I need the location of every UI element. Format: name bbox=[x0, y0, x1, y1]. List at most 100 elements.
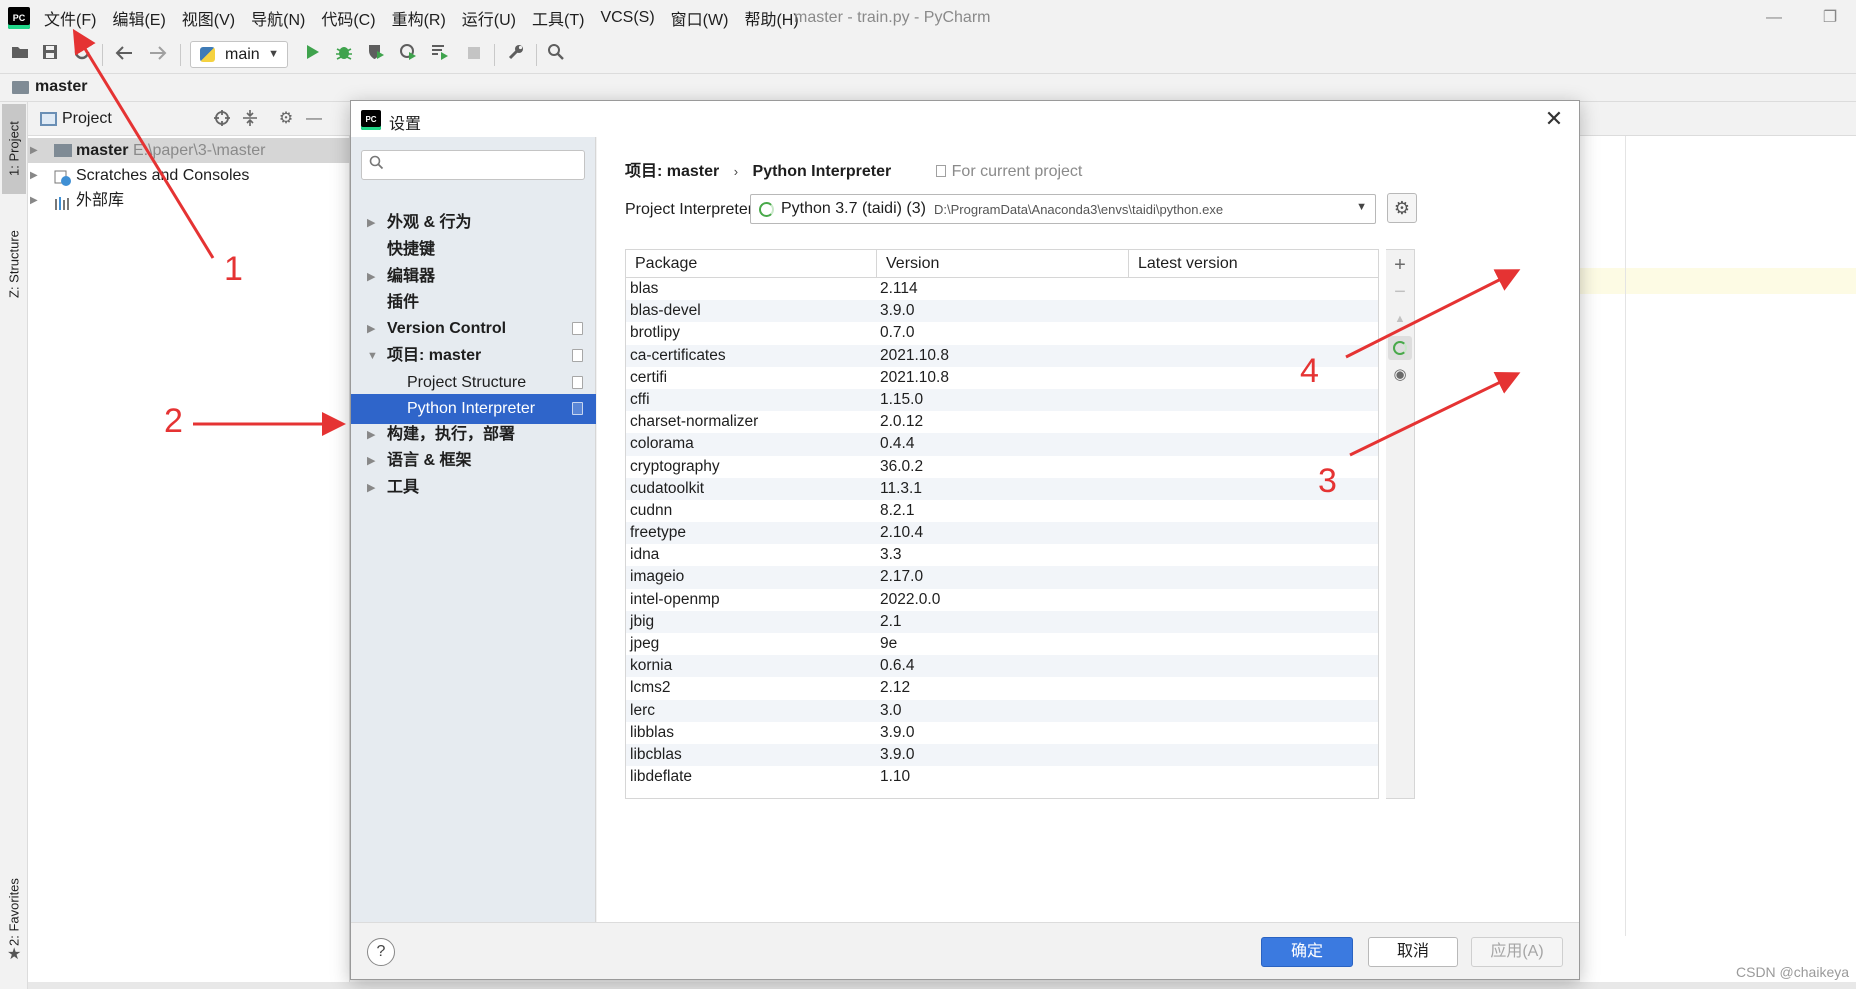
star-icon: ★ bbox=[7, 946, 22, 963]
tool-tab-structure[interactable]: Z: Structure bbox=[2, 214, 26, 314]
settings-nav: ▶ 外观 & 行为 快捷键 ▶ 编辑器 插件 ▶ Version Control… bbox=[351, 137, 596, 922]
hide-icon[interactable]: — bbox=[304, 109, 324, 129]
minimize-button[interactable]: — bbox=[1754, 0, 1794, 36]
sync-icon[interactable] bbox=[70, 43, 94, 67]
table-row[interactable]: blas-devel 3.9.0 bbox=[626, 300, 1378, 323]
menu-edit[interactable]: 编辑(E) bbox=[112, 6, 165, 30]
table-row[interactable]: jbig 2.1 bbox=[626, 610, 1378, 633]
nav-appearance[interactable]: ▶ 外观 & 行为 bbox=[351, 208, 596, 238]
tree-item-scratches[interactable]: ▶ Scratches and Consoles bbox=[28, 163, 350, 188]
install-package-button[interactable]: + bbox=[1388, 253, 1412, 277]
table-row[interactable]: certifi 2021.10.8 bbox=[626, 367, 1378, 389]
package-name-cell: certifi bbox=[630, 368, 668, 386]
profile-icon[interactable] bbox=[396, 43, 420, 67]
breadcrumb-project[interactable]: 项目: master bbox=[625, 163, 719, 180]
table-row[interactable]: charset-normalizer 2.0.12 bbox=[626, 411, 1378, 433]
table-row[interactable]: blas 2.114 bbox=[626, 278, 1378, 300]
column-header-version[interactable]: Version bbox=[877, 250, 1129, 278]
table-row[interactable]: freetype 2.10.4 bbox=[626, 522, 1378, 545]
coverage-icon[interactable] bbox=[364, 43, 388, 67]
show-early-releases-eye-icon[interactable]: ◉ bbox=[1388, 363, 1412, 387]
column-header-latest-version[interactable]: Latest version bbox=[1129, 250, 1378, 278]
table-row[interactable]: colorama 0.4.4 bbox=[626, 433, 1378, 456]
menu-code[interactable]: 代码(C) bbox=[321, 6, 375, 30]
package-name-cell: brotlipy bbox=[630, 324, 680, 342]
table-row[interactable]: cudnn 8.2.1 bbox=[626, 500, 1378, 522]
upgrade-package-button[interactable] bbox=[1388, 336, 1412, 360]
nav-project-master[interactable]: ▼ 项目: master bbox=[351, 341, 596, 371]
package-name-cell: idna bbox=[630, 546, 660, 564]
package-version-cell: 3.9.0 bbox=[880, 723, 915, 741]
uninstall-package-button[interactable]: − bbox=[1388, 280, 1412, 304]
table-row[interactable]: ca-certificates 2021.10.8 bbox=[626, 344, 1378, 367]
project-scope-icon bbox=[572, 349, 583, 362]
upgrade-arrow-button[interactable]: ▲ bbox=[1388, 307, 1412, 331]
back-icon[interactable] bbox=[112, 43, 136, 67]
column-header-package[interactable]: Package bbox=[626, 250, 877, 278]
settings-search-input[interactable] bbox=[361, 150, 585, 180]
nav-keymap[interactable]: 快捷键 bbox=[351, 235, 596, 265]
table-row[interactable]: intel-openmp 2022.0.0 bbox=[626, 589, 1378, 611]
pycharm-logo-icon: PC bbox=[8, 7, 30, 29]
table-row[interactable]: libblas 3.9.0 bbox=[626, 722, 1378, 744]
settings-wrench-icon[interactable] bbox=[504, 43, 528, 67]
tree-item-external-libraries[interactable]: ▶ 外部库 bbox=[28, 188, 350, 213]
table-row[interactable]: libcblas 3.9.0 bbox=[626, 743, 1378, 767]
menu-view[interactable]: 视图(V) bbox=[182, 6, 235, 30]
ok-button[interactable]: 确定 bbox=[1261, 937, 1353, 967]
tool-tab-project[interactable]: 1: Project bbox=[2, 104, 26, 194]
project-panel: Project ⚙ — ▶ master E:\paper\3-\master … bbox=[28, 102, 350, 989]
dialog-title-bar: PC 设置 ✕ bbox=[351, 101, 1579, 137]
menu-run[interactable]: 运行(U) bbox=[462, 6, 516, 30]
menu-window[interactable]: 窗口(W) bbox=[671, 6, 729, 30]
concurrency-icon[interactable] bbox=[428, 43, 452, 67]
table-row[interactable]: cffi 1.15.0 bbox=[626, 388, 1378, 412]
caret-right-icon: ▶ bbox=[30, 195, 38, 206]
menu-help[interactable]: 帮助(H) bbox=[744, 6, 798, 30]
interpreter-gear-button[interactable]: ⚙ bbox=[1387, 193, 1417, 223]
restore-button[interactable]: ❐ bbox=[1810, 0, 1850, 36]
project-window-icon bbox=[40, 112, 57, 126]
table-row[interactable]: lcms2 2.12 bbox=[626, 677, 1378, 699]
nav-languages-frameworks[interactable]: ▶ 语言 & 框架 bbox=[351, 446, 596, 476]
locate-icon[interactable] bbox=[212, 109, 232, 129]
tree-item-master[interactable]: ▶ master E:\paper\3-\master bbox=[28, 138, 350, 163]
nav-tools[interactable]: ▶ 工具 bbox=[351, 473, 596, 503]
menu-vcs[interactable]: VCS(S) bbox=[600, 9, 654, 27]
table-row[interactable]: imageio 2.17.0 bbox=[626, 566, 1378, 589]
menu-tools[interactable]: 工具(T) bbox=[532, 6, 584, 30]
search-icon[interactable] bbox=[544, 43, 568, 67]
run-configuration-select[interactable]: main ▼ bbox=[190, 41, 288, 68]
debug-icon[interactable] bbox=[332, 43, 356, 67]
breadcrumb-root[interactable]: master bbox=[35, 78, 87, 96]
apply-button[interactable]: 应用(A) bbox=[1471, 937, 1563, 967]
cancel-button[interactable]: 取消 bbox=[1368, 937, 1458, 967]
package-name-cell: blas-devel bbox=[630, 302, 701, 320]
run-icon[interactable] bbox=[300, 43, 324, 67]
nav-version-control[interactable]: ▶ Version Control bbox=[351, 314, 596, 344]
package-name-cell: jpeg bbox=[630, 635, 660, 652]
menu-navigate[interactable]: 导航(N) bbox=[251, 6, 305, 30]
save-icon[interactable] bbox=[38, 43, 62, 67]
collapse-icon[interactable] bbox=[240, 109, 260, 129]
menu-refactor[interactable]: 重构(R) bbox=[392, 6, 446, 30]
table-row[interactable]: kornia 0.6.4 bbox=[626, 655, 1378, 678]
menu-file[interactable]: 文件(F) bbox=[44, 6, 96, 30]
stop-icon[interactable] bbox=[462, 43, 486, 67]
table-row[interactable]: lerc 3.0 bbox=[626, 699, 1378, 722]
open-folder-icon[interactable] bbox=[8, 43, 32, 67]
table-row[interactable]: libdeflate 1.10 bbox=[626, 766, 1378, 788]
table-row[interactable]: jpeg 9e bbox=[626, 633, 1378, 655]
table-row[interactable]: cudatoolkit 11.3.1 bbox=[626, 477, 1378, 500]
scratches-icon bbox=[54, 169, 72, 186]
package-version-cell: 0.7.0 bbox=[880, 324, 915, 342]
interpreter-select[interactable]: Python 3.7 (taidi) (3) D:\ProgramData\An… bbox=[750, 194, 1376, 224]
project-panel-title[interactable]: Project bbox=[62, 110, 112, 128]
forward-icon[interactable] bbox=[146, 43, 170, 67]
gear-icon[interactable]: ⚙ bbox=[276, 109, 296, 129]
table-row[interactable]: idna 3.3 bbox=[626, 544, 1378, 566]
close-icon[interactable]: ✕ bbox=[1539, 105, 1569, 133]
table-row[interactable]: brotlipy 0.7.0 bbox=[626, 322, 1378, 344]
help-button[interactable]: ? bbox=[367, 938, 395, 966]
table-row[interactable]: cryptography 36.0.2 bbox=[626, 456, 1378, 478]
